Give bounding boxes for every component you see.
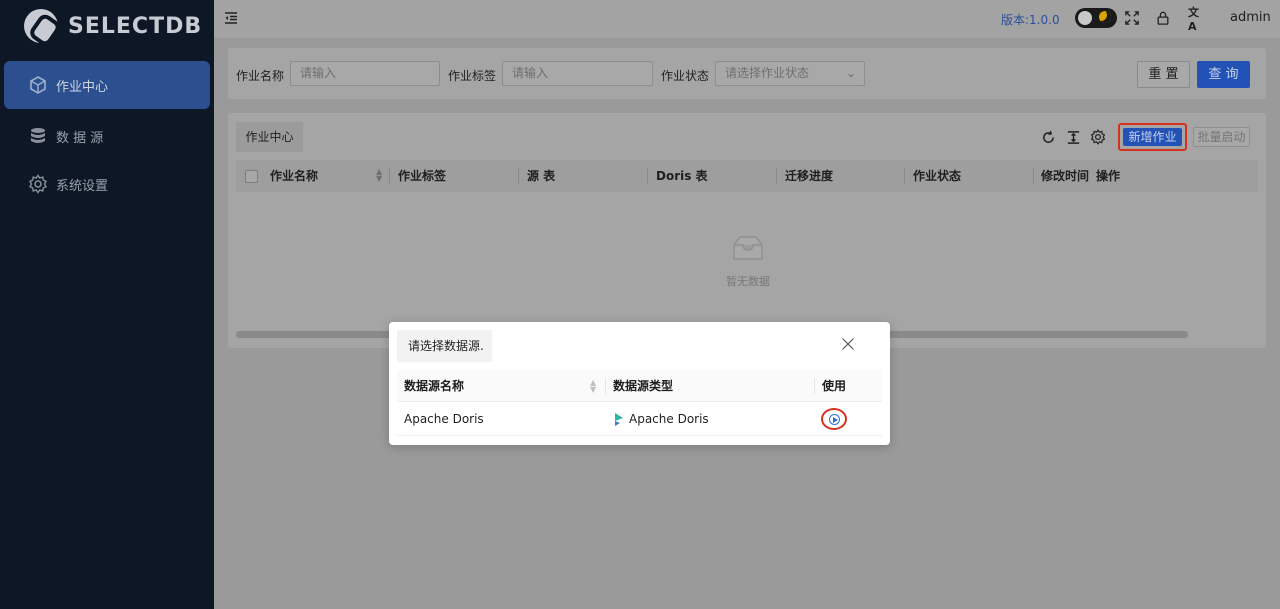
- column-divider: [814, 378, 815, 394]
- sidebar-item-label: 数 据 源: [56, 130, 104, 146]
- column-divider: [904, 168, 905, 184]
- brand-logo[interactable]: SELECTDB: [24, 8, 202, 44]
- select-all-checkbox[interactable]: [245, 170, 258, 183]
- query-button[interactable]: 查 询: [1197, 61, 1250, 88]
- sidebar-item-label: 系统设置: [56, 178, 109, 194]
- fullscreen-icon[interactable]: [1124, 10, 1140, 26]
- column-divider: [389, 168, 390, 184]
- refresh-icon[interactable]: [1040, 129, 1056, 145]
- column-header: 操作: [1096, 169, 1121, 183]
- empty-text: 暂无数据: [726, 275, 770, 288]
- sidebar: SELECTDB 作业中心 数 据 源 系统设置: [0, 0, 214, 609]
- column-header[interactable]: 数据源名称: [404, 370, 464, 402]
- use-datasource-button[interactable]: [821, 408, 847, 430]
- sort-icon[interactable]: ▲ ▼: [376, 168, 382, 183]
- logo-icon: [24, 9, 58, 43]
- column-header[interactable]: 作业名称: [270, 160, 318, 192]
- job-tag-label: 作业标签: [448, 69, 497, 83]
- job-name-label: 作业名称: [236, 69, 285, 83]
- sidebar-item-job-center[interactable]: 作业中心: [4, 61, 210, 109]
- top-header: 版本:1.0.0 文A admin: [214, 0, 1280, 38]
- search-panel: 作业名称 请输入 作业标签 请输入 作业状态 请选择作业状态 ⌄ 重 置 查 询: [228, 48, 1266, 99]
- close-icon[interactable]: [841, 337, 857, 353]
- column-header: 修改时间: [1041, 169, 1090, 183]
- column-divider: [605, 378, 606, 394]
- version-label: 版本:1.0.0: [1001, 13, 1060, 27]
- datasource-name: Apache Doris: [404, 412, 484, 426]
- column-divider: [518, 168, 519, 184]
- user-menu[interactable]: admin: [1230, 10, 1271, 25]
- tab-job-center[interactable]: 作业中心: [236, 122, 303, 152]
- theme-toggle[interactable]: [1075, 8, 1117, 28]
- cube-icon: [28, 75, 48, 95]
- sort-icon[interactable]: ▲ ▼: [590, 379, 596, 394]
- dialog-title: 请选择数据源.: [397, 330, 492, 362]
- column-header: 迁移进度: [785, 169, 834, 183]
- menu-collapse-icon[interactable]: [224, 11, 238, 25]
- toggle-knob: [1078, 11, 1092, 25]
- job-status-placeholder: 请选择作业状态: [725, 66, 810, 80]
- table-row: Apache Doris Apache Doris: [397, 403, 882, 436]
- column-divider: [776, 168, 777, 184]
- select-datasource-dialog: 请选择数据源. 数据源名称 ▲ ▼ 数据源类型 使用 Apache Doris A…: [389, 322, 890, 445]
- sidebar-item-settings[interactable]: 系统设置: [4, 160, 210, 208]
- job-status-select[interactable]: 请选择作业状态 ⌄: [715, 61, 865, 86]
- empty-state: 暂无数据: [708, 233, 788, 289]
- column-header: 源 表: [527, 169, 556, 183]
- new-job-label: 新增作业: [1123, 128, 1182, 146]
- translate-icon[interactable]: 文A: [1188, 6, 1204, 33]
- inbox-icon: [728, 233, 768, 265]
- play-circle-icon: [829, 414, 840, 425]
- lock-icon[interactable]: [1155, 10, 1171, 26]
- column-divider: [1033, 168, 1034, 184]
- column-header: 数据源类型: [613, 379, 674, 393]
- chevron-down-icon: ⌄: [845, 66, 856, 80]
- column-height-icon[interactable]: [1065, 129, 1081, 145]
- job-panel: 作业中心 新增作业 批量启动 作业名称 ▲ ▼ 作业标签 源 表 Doris 表 …: [228, 113, 1266, 348]
- sidebar-item-datasource[interactable]: 数 据 源: [4, 112, 210, 160]
- sidebar-item-label: 作业中心: [56, 79, 109, 95]
- column-header: 使用: [822, 379, 847, 393]
- column-divider: [647, 168, 648, 184]
- datasource-type: Apache Doris: [629, 412, 709, 426]
- settings-icon[interactable]: [1090, 129, 1106, 145]
- new-job-button[interactable]: 新增作业: [1118, 123, 1187, 151]
- column-header: Doris 表: [656, 169, 708, 183]
- job-tag-input[interactable]: 请输入: [502, 61, 653, 86]
- column-header: 作业状态: [913, 169, 962, 183]
- reset-button[interactable]: 重 置: [1137, 61, 1190, 88]
- job-table-header: 作业名称 ▲ ▼ 作业标签 源 表 Doris 表 迁移进度 作业状态 修改时间 …: [236, 160, 1258, 192]
- job-status-label: 作业状态: [661, 69, 710, 83]
- moon-icon: [1099, 11, 1111, 23]
- gear-icon: [28, 174, 48, 194]
- database-icon: [28, 126, 48, 146]
- job-name-input[interactable]: 请输入: [290, 61, 440, 86]
- column-header: 作业标签: [398, 169, 447, 183]
- datasource-table-header: 数据源名称 ▲ ▼ 数据源类型 使用: [397, 370, 882, 402]
- batch-start-button[interactable]: 批量启动: [1193, 127, 1250, 147]
- brand-name: SELECTDB: [68, 13, 203, 39]
- doris-icon: [614, 413, 624, 426]
